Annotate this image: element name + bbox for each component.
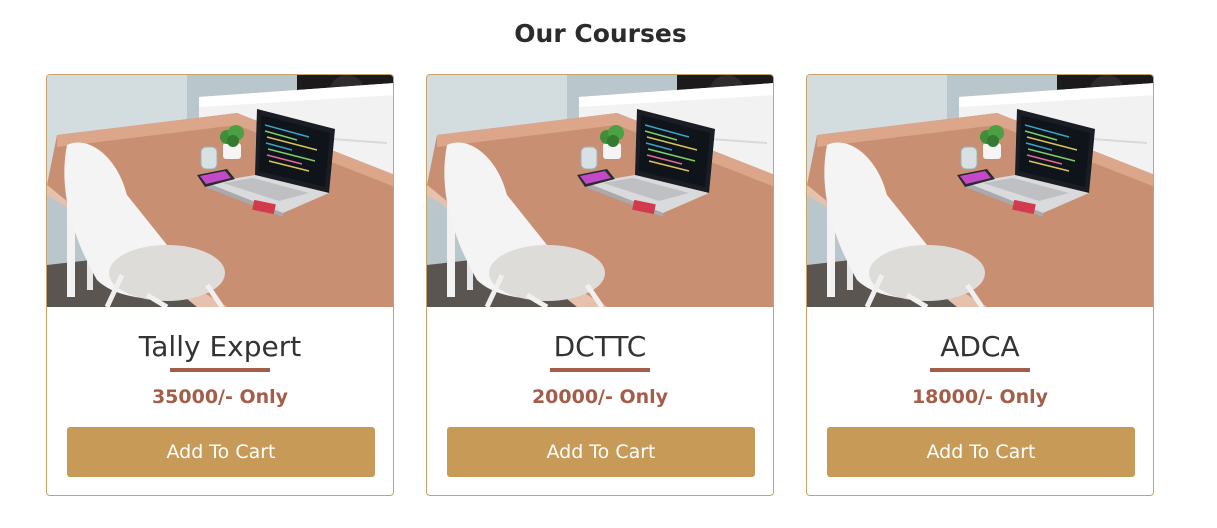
course-card: Tally Expert 35000/- Only Add To Cart [46, 74, 394, 496]
add-to-cart-button[interactable]: Add To Cart [67, 427, 375, 477]
course-image [427, 75, 774, 307]
course-price: 18000/- Only [911, 386, 1049, 408]
courses-section: Our Courses Tally Expert 35000/- Only Ad… [0, 0, 1217, 528]
course-title: Tally Expert [138, 330, 302, 363]
section-heading: Our Courses [514, 19, 687, 48]
course-card: DCTTC 20000/- Only Add To Cart [426, 74, 774, 496]
course-title: ADCA [940, 330, 1020, 363]
course-price: 20000/- Only [531, 386, 669, 408]
course-image [47, 75, 394, 307]
course-price: 35000/- Only [151, 386, 289, 408]
add-to-cart-button[interactable]: Add To Cart [447, 427, 755, 477]
course-title: DCTTC [553, 330, 647, 363]
add-to-cart-button[interactable]: Add To Cart [827, 427, 1135, 477]
course-image [807, 75, 1154, 307]
course-card: ADCA 18000/- Only Add To Cart [806, 74, 1154, 496]
title-underline [170, 368, 270, 372]
title-underline [550, 368, 650, 372]
title-underline [930, 368, 1030, 372]
